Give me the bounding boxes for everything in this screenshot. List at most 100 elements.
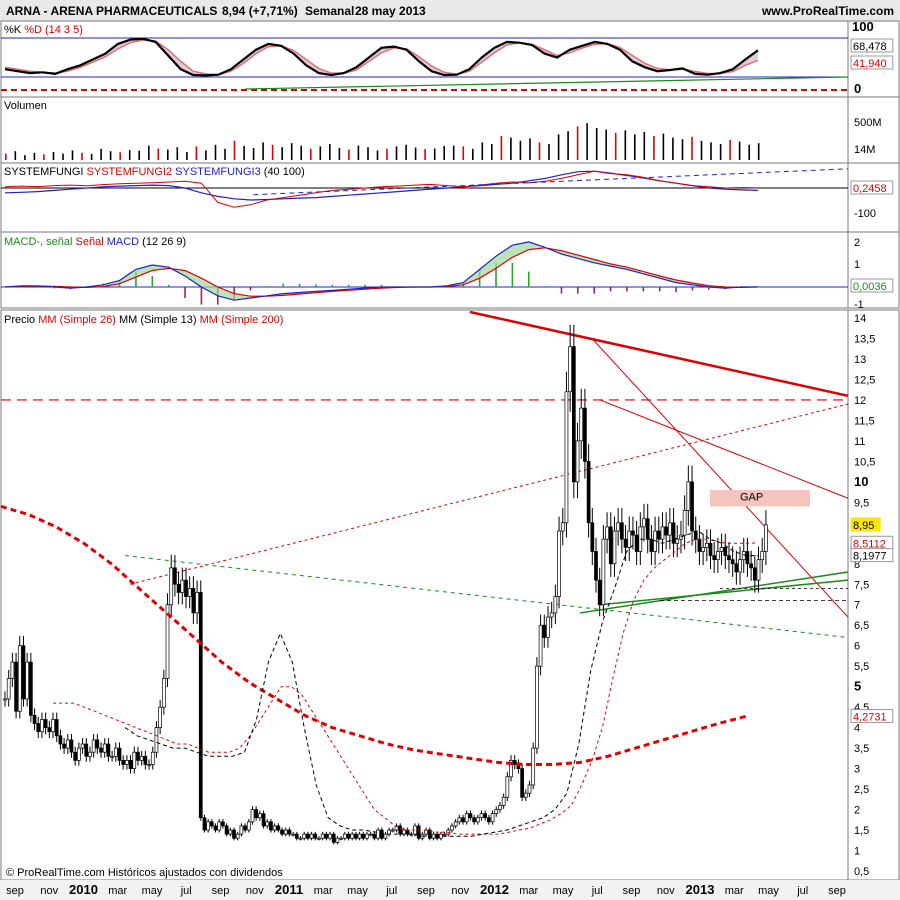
candle-body (668, 522, 672, 536)
volume-bar (148, 145, 150, 160)
footer-credit: © ProRealTime.com Históricos ajustados c… (6, 867, 283, 879)
volume-bar (405, 144, 407, 160)
candle-body (645, 518, 650, 540)
candle-body (527, 784, 532, 794)
candle-body (505, 776, 510, 798)
macd-hist-bar (675, 287, 677, 293)
candle-body (464, 813, 469, 823)
candle-body (649, 538, 654, 552)
macd-hist-bar (609, 287, 612, 292)
candle-body (468, 813, 473, 819)
price-tick: 2 (854, 805, 860, 817)
stoch-title-part: (14 3 5) (42, 24, 83, 36)
x-tick-mar: mar (108, 885, 127, 897)
candle-body (697, 538, 702, 552)
candle-body (520, 768, 524, 798)
candle-body (106, 743, 111, 757)
volume-bar (90, 153, 93, 160)
candle-body (128, 760, 133, 769)
candle-body (682, 510, 687, 536)
volume-bar (281, 147, 283, 160)
candle-body (708, 542, 713, 556)
volume-bar (224, 148, 226, 160)
volume-bar (109, 151, 112, 160)
macd-hist-bar (544, 286, 546, 287)
candle-body (608, 526, 613, 565)
chart-last-price: 8,94 (+7,71%) (222, 4, 298, 18)
candle-body (265, 821, 270, 827)
volume-bar (548, 144, 550, 160)
candle-body (346, 833, 351, 839)
macd-tick-minus1: -1 (854, 299, 864, 311)
volume-bar (157, 148, 160, 160)
candle-body (121, 760, 126, 765)
candle-body (302, 833, 307, 839)
volume-bar (634, 134, 636, 160)
fungi-title-part: SYSTEMFUNGI2 (87, 166, 176, 178)
candle-body (294, 833, 299, 839)
volume-bar (167, 149, 169, 160)
volume-bar (357, 145, 360, 160)
candle-body (43, 719, 48, 728)
x-tick-2010: 2010 (69, 882, 98, 897)
candle-body (40, 719, 44, 733)
volume-bar (595, 128, 598, 160)
candle-body (239, 825, 244, 835)
macd-title-part: MACD-, señal (4, 236, 76, 248)
volume-bar (681, 139, 684, 160)
candle-body (228, 829, 233, 835)
volume-bar (719, 144, 722, 160)
candle-body (560, 522, 565, 532)
macd-tick-1: 1 (854, 259, 860, 271)
candle-body (206, 821, 211, 831)
candle-body (379, 829, 384, 839)
volume-panel: Volumen 500M 14M (0, 96, 900, 164)
candle-body (298, 837, 303, 840)
candle-body (402, 829, 406, 835)
candle-body (424, 829, 428, 835)
candle-body (150, 751, 155, 765)
macd-hist-bar (249, 287, 252, 291)
stoch-d-value: 41,940 (853, 58, 887, 70)
price-tick: 1 (854, 846, 860, 858)
candle-body (246, 821, 251, 831)
price-tick: 7,5 (854, 579, 869, 591)
candle-body (590, 522, 595, 552)
candle-body (169, 567, 174, 606)
candle-body (616, 522, 621, 532)
volume-bar (376, 150, 379, 160)
volume-bar (24, 155, 26, 160)
candle-body (631, 530, 635, 536)
macd-title: MACD-, señal Señal MACD (12 26 9) (4, 236, 186, 248)
macd-hist-bar (184, 287, 186, 298)
macd-hist-bar (511, 262, 514, 287)
candle-body (117, 747, 122, 761)
volume-bar (586, 123, 588, 160)
volume-bar (529, 138, 531, 160)
macd-title-part: MACD (107, 236, 139, 248)
candle-body (62, 743, 66, 749)
candle-body (69, 739, 74, 753)
candle-body (475, 817, 480, 823)
volume-bar (262, 142, 264, 160)
candle-body (387, 829, 391, 835)
volume-bar (195, 146, 198, 160)
volume-bar (491, 144, 493, 160)
candle-body (73, 751, 78, 761)
candle-body (136, 751, 140, 761)
x-tick-may: may (758, 885, 779, 897)
price-tick: 11,5 (854, 415, 875, 427)
candle-body (313, 833, 318, 839)
candle-body (32, 714, 37, 724)
candle-body (80, 743, 85, 749)
macd-hist-bar (626, 287, 628, 292)
candle-body (557, 530, 561, 597)
candle-body (354, 833, 358, 839)
site-link[interactable]: www.ProRealTime.com (761, 4, 894, 18)
candle-body (6, 678, 11, 700)
candle-body (132, 751, 137, 769)
fungi-title: SYSTEMFUNGI SYSTEMFUNGI2 SYSTEMFUNGI3 (4… (4, 166, 305, 178)
candle-body (143, 755, 148, 765)
volume-bar (214, 144, 217, 160)
volume-bar (643, 132, 646, 160)
